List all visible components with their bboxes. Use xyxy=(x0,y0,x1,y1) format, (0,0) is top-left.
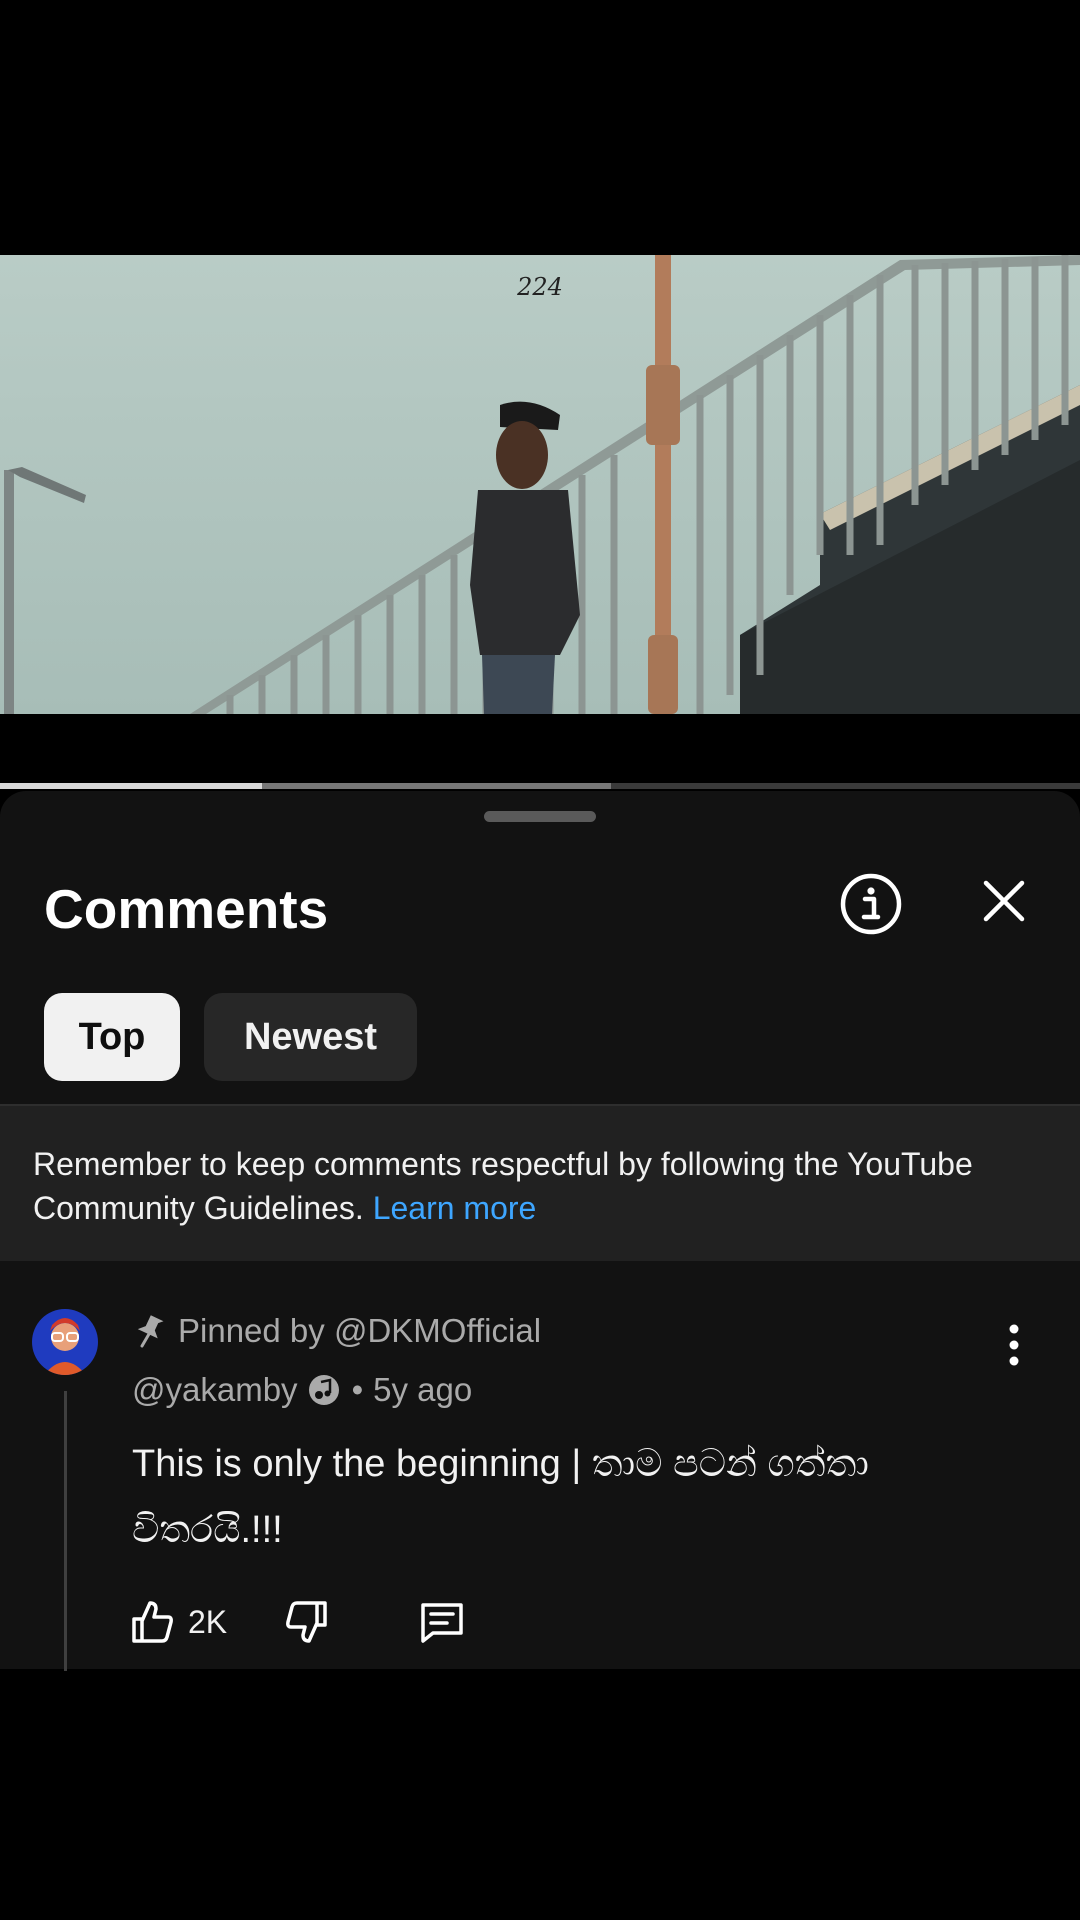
comments-title: Comments xyxy=(44,878,329,940)
music-badge-icon xyxy=(308,1374,340,1406)
guidelines-text: Remember to keep comments respectful by … xyxy=(33,1142,1033,1230)
pin-icon xyxy=(134,1314,164,1348)
pinned-comment: Pinned by @DKMOfficial @yakamby • 5y ago xyxy=(0,1309,1080,1671)
close-icon[interactable] xyxy=(978,875,1030,927)
video-watermark: 224 xyxy=(517,273,563,301)
like-count: 2K xyxy=(188,1603,228,1640)
video-progress-bar[interactable] xyxy=(0,783,1080,789)
comments-sheet: Comments Top Newest Remember to keep com… xyxy=(0,791,1080,1671)
learn-more-link[interactable]: Learn more xyxy=(373,1190,537,1226)
thread-line xyxy=(64,1391,67,1671)
comment-meta: @yakamby • 5y ago xyxy=(132,1371,472,1409)
comment-text: This is only the beginning | තාම පටන් ගත… xyxy=(132,1443,869,1551)
thumbs-up-icon[interactable] xyxy=(130,1599,176,1645)
avatar[interactable] xyxy=(32,1309,98,1375)
comment-actions: 2K xyxy=(130,1597,465,1647)
filter-top-chip[interactable]: Top xyxy=(44,993,180,1081)
video-frame xyxy=(0,255,1080,714)
thumbs-down-icon[interactable] xyxy=(283,1599,329,1645)
progress-played xyxy=(0,783,263,789)
reply-icon[interactable] xyxy=(419,1599,465,1645)
guidelines-banner: Remember to keep comments respectful by … xyxy=(0,1104,1080,1261)
more-vert-icon[interactable] xyxy=(998,1321,1030,1369)
comment-author[interactable]: @yakamby xyxy=(132,1371,298,1409)
info-icon[interactable] xyxy=(838,871,904,937)
drag-handle[interactable] xyxy=(484,811,596,822)
filter-newest-chip[interactable]: Newest xyxy=(204,993,417,1081)
pinned-label-row: Pinned by @DKMOfficial xyxy=(134,1309,541,1353)
meta-separator: • xyxy=(351,1371,364,1408)
comment-age: 5y ago xyxy=(373,1371,473,1408)
video-player[interactable]: 224 xyxy=(0,255,1080,714)
pinned-by-text: Pinned by @DKMOfficial xyxy=(178,1312,542,1349)
